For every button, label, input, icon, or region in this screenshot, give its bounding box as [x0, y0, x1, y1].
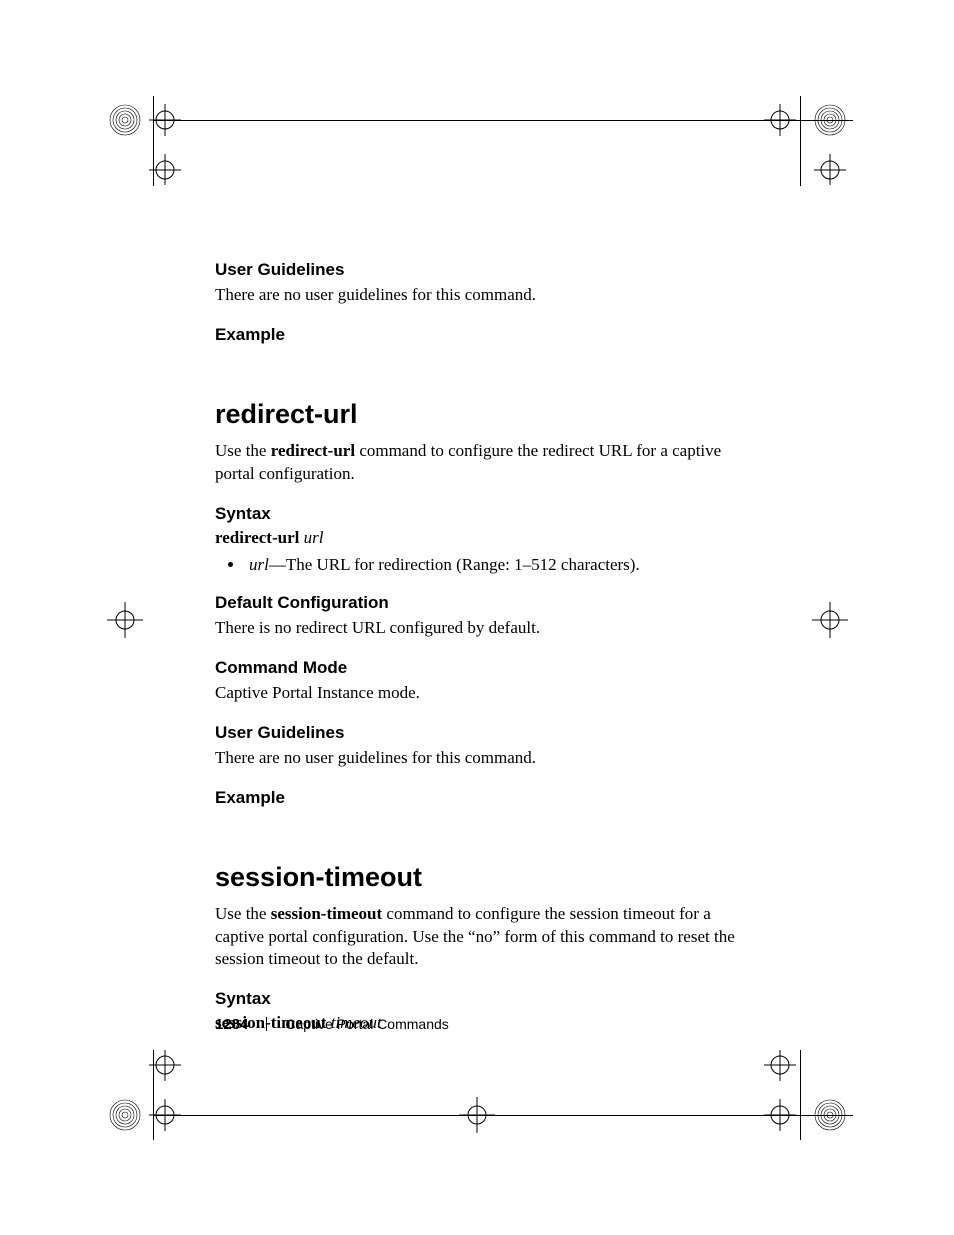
desc-session-timeout: Use the session-timeout command to confi… — [215, 903, 745, 972]
syntax-arg: url — [304, 528, 324, 547]
registration-mark-icon — [760, 1050, 860, 1150]
heading-example-2: Example — [215, 788, 745, 808]
page-number: 1284 — [215, 1016, 248, 1033]
heading-syntax-session: Syntax — [215, 989, 745, 1009]
heading-user-guidelines-2: User Guidelines — [215, 723, 745, 743]
registration-mark-icon — [805, 595, 855, 645]
crop-line — [153, 120, 853, 121]
registration-mark-icon — [100, 595, 150, 645]
heading-session-timeout: session-timeout — [215, 862, 745, 893]
heading-example-1: Example — [215, 325, 745, 345]
syntax-line-redirect: redirect-url url — [215, 528, 745, 548]
syntax-bullets-redirect: url—The URL for redirection (Range: 1–51… — [215, 554, 745, 577]
crop-line — [153, 1115, 853, 1116]
desc-redirect-url: Use the redirect-url command to configur… — [215, 440, 745, 486]
registration-mark-icon — [760, 85, 860, 185]
heading-command-mode: Command Mode — [215, 658, 745, 678]
bullet-rest: —The URL for redirection (Range: 1–512 c… — [269, 555, 640, 574]
heading-syntax-redirect: Syntax — [215, 504, 745, 524]
text-fragment: Use the — [215, 904, 271, 923]
crop-line — [800, 1050, 801, 1140]
text-fragment-bold: redirect-url — [271, 441, 355, 460]
page-content: User Guidelines There are no user guidel… — [215, 260, 745, 1039]
registration-mark-icon — [95, 85, 185, 185]
text-fragment-bold: session-timeout — [271, 904, 382, 923]
crop-line — [153, 1050, 154, 1140]
text-command-mode: Captive Portal Instance mode. — [215, 682, 745, 705]
text-fragment: Use the — [215, 441, 271, 460]
registration-mark-icon — [95, 1050, 185, 1150]
bullet-arg: url — [249, 555, 269, 574]
heading-redirect-url: redirect-url — [215, 399, 745, 430]
crop-line — [153, 96, 154, 186]
text-default-config: There is no redirect URL configured by d… — [215, 617, 745, 640]
heading-default-config: Default Configuration — [215, 593, 745, 613]
heading-user-guidelines-1: User Guidelines — [215, 260, 745, 280]
text-user-guidelines-1: There are no user guidelines for this co… — [215, 284, 745, 307]
syntax-cmd: redirect-url — [215, 528, 299, 547]
list-item: url—The URL for redirection (Range: 1–51… — [245, 554, 745, 577]
page-footer: 1284 Captive Portal Commands — [215, 1015, 449, 1033]
crop-line — [800, 96, 801, 186]
footer-divider — [266, 1017, 267, 1031]
footer-section: Captive Portal Commands — [285, 1016, 448, 1032]
text-user-guidelines-2: There are no user guidelines for this co… — [215, 747, 745, 770]
